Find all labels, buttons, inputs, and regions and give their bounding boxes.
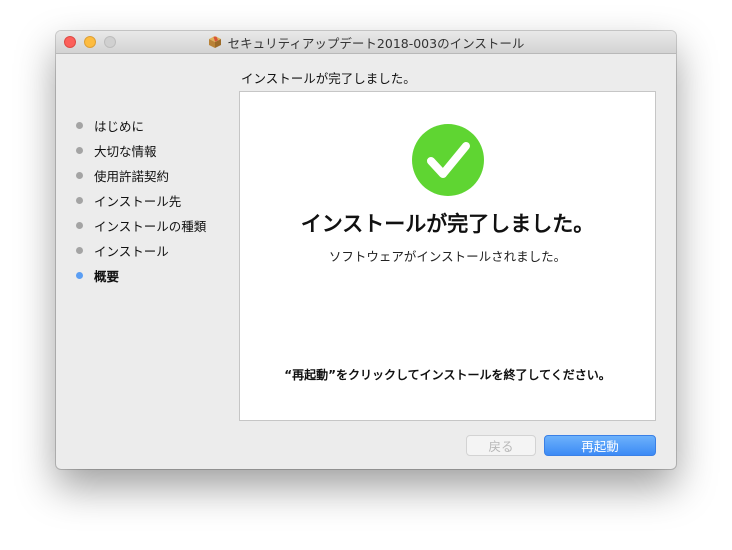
step-label: はじめに [94,119,145,134]
step-label: 大切な情報 [94,144,157,159]
completion-subtitle: ソフトウェアがインストールされました。 [328,249,567,264]
step-list: はじめに 大切な情報 使用許諾契約 インストール先 インストールの種類 インスト… [76,113,206,288]
step-installation-type: インストールの種類 [76,213,206,238]
back-button: 戻る [466,435,536,456]
step-installation: インストール [76,238,206,263]
step-dot [76,247,83,254]
package-icon [208,36,221,48]
step-read-me: 大切な情報 [76,138,206,163]
title-bar[interactable]: セキュリティアップデート2018-003のインストール [56,31,676,54]
step-dot [76,197,83,204]
step-label: インストール先 [94,194,182,209]
status-header: インストールが完了しました。 [241,71,416,86]
step-introduction: はじめに [76,113,206,138]
step-label: インストール [94,244,169,259]
completion-title: インストールが完了しました。 [300,212,595,236]
step-summary: 概要 [76,263,206,288]
window-title-area: セキュリティアップデート2018-003のインストール [56,31,676,53]
step-label: インストールの種類 [94,219,207,234]
step-destination: インストール先 [76,188,206,213]
step-label: 概要 [94,269,120,284]
step-dot [76,222,83,229]
step-dot [76,122,83,129]
restart-button[interactable]: 再起動 [544,435,656,456]
step-label: 使用許諾契約 [94,169,170,184]
step-dot [76,147,83,154]
step-license: 使用許諾契約 [76,163,206,188]
window-title: セキュリティアップデート2018-003のインストール [227,35,525,51]
step-dot-current [76,272,83,279]
step-dot [76,172,83,179]
content-panel: インストールが完了しました。 ソフトウェアがインストールされました。 “再起動”… [239,91,656,421]
restart-instruction: “再起動”をクリックしてインストールを終了してください。 [284,368,611,382]
checkmark-icon [412,124,484,196]
installer-window: セキュリティアップデート2018-003のインストール インストールが完了しまし… [56,31,676,469]
